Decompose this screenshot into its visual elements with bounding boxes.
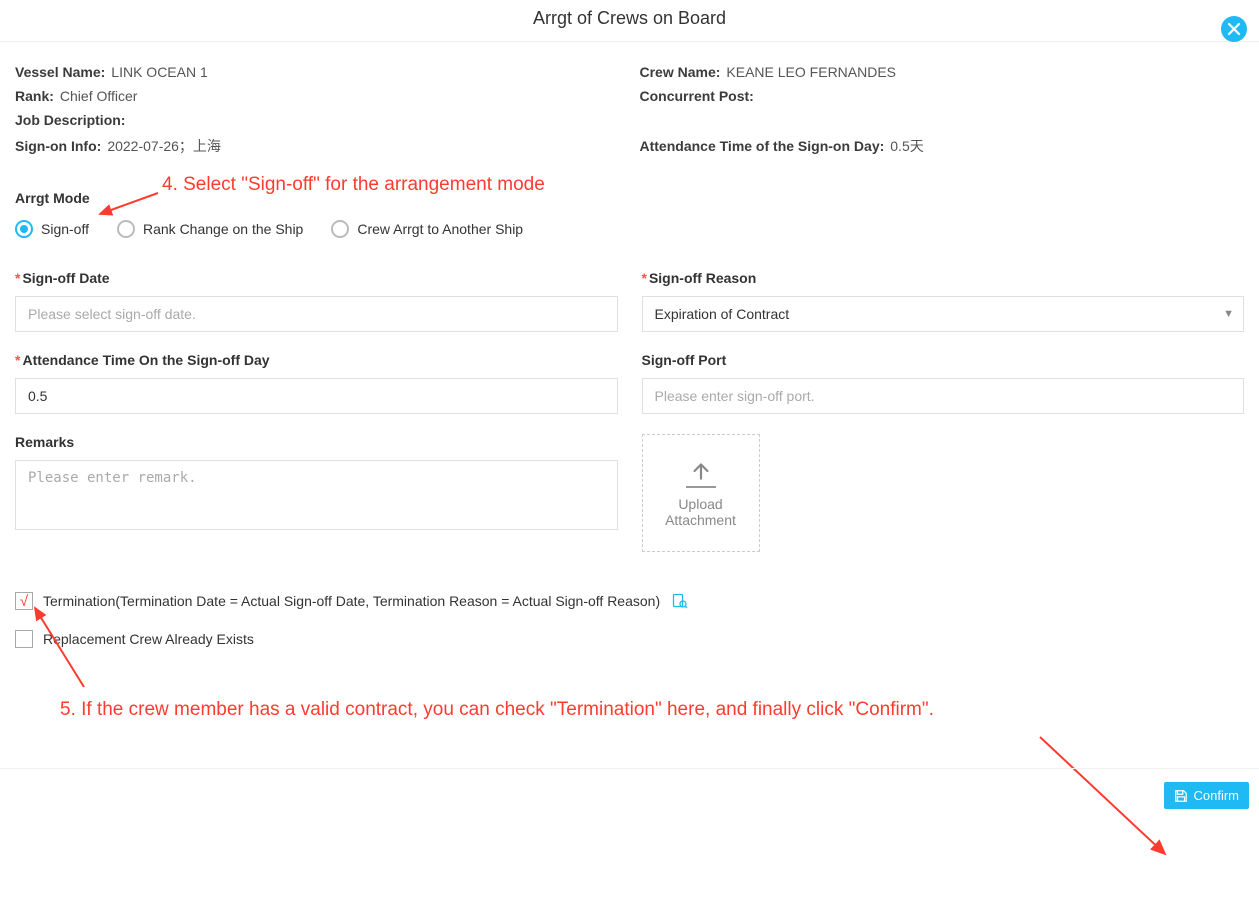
arrgt-mode-label: Arrgt Mode xyxy=(15,190,1244,206)
signoff-reason-select[interactable]: Expiration of Contract xyxy=(642,296,1245,332)
close-button[interactable] xyxy=(1221,16,1247,42)
attendance-time-input[interactable] xyxy=(15,378,618,414)
termination-checkbox[interactable]: √ xyxy=(15,592,33,610)
radio-rank-change[interactable]: Rank Change on the Ship xyxy=(117,220,303,238)
radio-circle-icon xyxy=(117,220,135,238)
radio-circle-icon xyxy=(15,220,33,238)
vessel-name-value: LINK OCEAN 1 xyxy=(111,64,207,80)
signoff-reason-label: *Sign-off Reason xyxy=(642,270,1245,286)
crew-name-label: Crew Name: xyxy=(640,64,721,80)
close-icon xyxy=(1227,22,1241,36)
form-section: *Sign-off Date *Sign-off Reason Expirati… xyxy=(15,270,1244,552)
replacement-label: Replacement Crew Already Exists xyxy=(43,631,254,647)
job-desc-label: Job Description: xyxy=(15,112,125,128)
remarks-label: Remarks xyxy=(15,434,618,450)
detail-icon[interactable] xyxy=(672,593,688,609)
attendance-time-label: *Attendance Time On the Sign-off Day xyxy=(15,352,618,368)
termination-label: Termination(Termination Date = Actual Si… xyxy=(43,593,660,609)
rank-label: Rank: xyxy=(15,88,54,104)
signoff-date-label: *Sign-off Date xyxy=(15,270,618,286)
attendance-day-label: Attendance Time of the Sign-on Day: xyxy=(640,138,885,154)
crew-name-value: KEANE LEO FERNANDES xyxy=(726,64,896,80)
signon-label: Sign-on Info: xyxy=(15,138,101,154)
remarks-textarea[interactable] xyxy=(15,460,618,530)
signon-value: 2022-07-26；上海 xyxy=(107,136,221,156)
radio-another-ship[interactable]: Crew Arrgt to Another Ship xyxy=(331,220,523,238)
dialog-footer: Confirm xyxy=(0,768,1259,822)
radio-sign-off[interactable]: Sign-off xyxy=(15,220,89,238)
upload-label-1: Upload xyxy=(678,496,722,512)
signoff-port-label: Sign-off Port xyxy=(642,352,1245,368)
confirm-button[interactable]: Confirm xyxy=(1164,782,1249,809)
radio-another-ship-label: Crew Arrgt to Another Ship xyxy=(357,221,523,237)
concurrent-label: Concurrent Post: xyxy=(640,88,754,104)
rank-value: Chief Officer xyxy=(60,88,138,104)
replacement-checkbox[interactable] xyxy=(15,630,33,648)
checkbox-section: √ Termination(Termination Date = Actual … xyxy=(15,592,1244,648)
annotation-step-5: 5. If the crew member has a valid contra… xyxy=(60,699,934,721)
radio-circle-icon xyxy=(331,220,349,238)
confirm-label: Confirm xyxy=(1193,788,1239,803)
dialog-header: Arrgt of Crews on Board xyxy=(0,0,1259,42)
upload-icon xyxy=(688,458,714,484)
info-section: Vessel Name: LINK OCEAN 1 Crew Name: KEANE… xyxy=(15,64,1244,160)
attendance-day-value: 0.5天 xyxy=(890,136,923,156)
radio-sign-off-label: Sign-off xyxy=(41,221,89,237)
upload-attachment-button[interactable]: Upload Attachment xyxy=(642,434,760,552)
arrgt-mode-radios: Sign-off Rank Change on the Ship Crew Ar… xyxy=(15,220,1244,238)
signoff-port-input[interactable] xyxy=(642,378,1245,414)
upload-label-2: Attachment xyxy=(665,512,736,528)
signoff-date-input[interactable] xyxy=(15,296,618,332)
radio-rank-change-label: Rank Change on the Ship xyxy=(143,221,303,237)
dialog-title: Arrgt of Crews on Board xyxy=(0,8,1259,29)
vessel-name-label: Vessel Name: xyxy=(15,64,105,80)
save-icon xyxy=(1174,789,1188,803)
